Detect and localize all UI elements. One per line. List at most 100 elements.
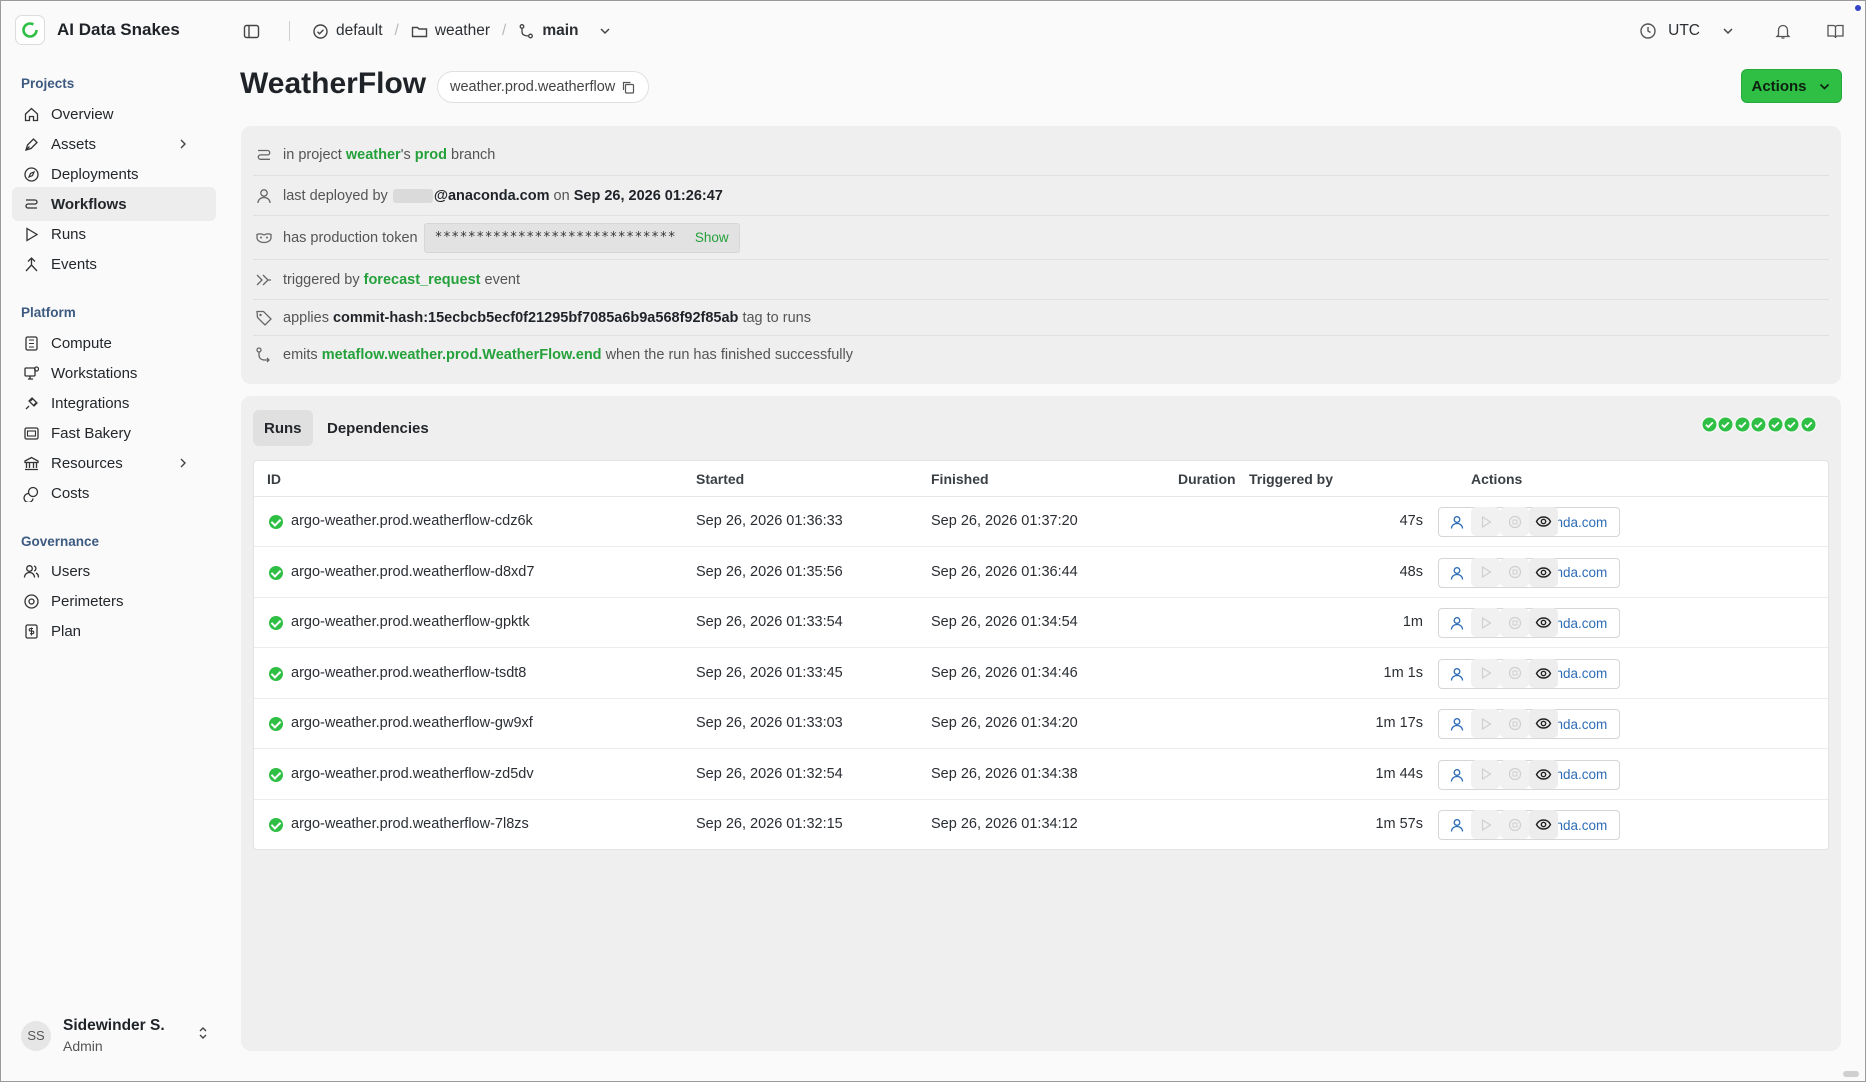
status-success-icon[interactable] <box>1800 416 1817 433</box>
branch-link[interactable]: prod <box>415 147 447 163</box>
workflow-icon <box>257 149 271 160</box>
run-id[interactable]: argo-weather.prod.weatherflow-cdz6k <box>291 513 533 529</box>
run-started: Sep 26, 2026 01:35:56 <box>696 563 843 580</box>
status-success-icon[interactable] <box>1734 416 1751 433</box>
tab-dependencies[interactable]: Dependencies <box>316 410 440 446</box>
rerun-button[interactable] <box>1471 709 1500 738</box>
stop-button[interactable] <box>1500 608 1529 637</box>
stop-button[interactable] <box>1500 507 1529 536</box>
breadcrumb-org[interactable]: default <box>312 22 383 40</box>
play-icon <box>1481 717 1492 730</box>
timezone-select[interactable]: UTC <box>1639 22 1737 40</box>
run-id[interactable]: argo-weather.prod.weatherflow-gpktk <box>291 614 530 630</box>
view-run-button[interactable] <box>1529 709 1558 738</box>
stop-icon <box>1508 818 1521 831</box>
table-row[interactable]: argo-weather.prod.weatherflow-gpktk Sep … <box>254 598 1828 648</box>
workflow-icon <box>25 198 38 209</box>
status-success-icon[interactable] <box>1750 416 1767 433</box>
run-duration: 1m 57s <box>1375 816 1423 832</box>
stop-button[interactable] <box>1500 709 1529 738</box>
sidebar-toggle-icon[interactable] <box>239 19 263 43</box>
sidebar-item-events[interactable]: Events <box>12 247 216 281</box>
eye-icon <box>1535 617 1552 628</box>
resize-handle[interactable] <box>1843 1071 1859 1077</box>
info-token-row: has production token *******************… <box>253 215 1829 259</box>
run-id[interactable]: argo-weather.prod.weatherflow-zd5dv <box>291 766 534 782</box>
emits-event-link[interactable]: metaflow.weather.prod.WeatherFlow.end <box>322 347 602 363</box>
view-run-button[interactable] <box>1529 658 1558 688</box>
actions-button[interactable]: Actions <box>1741 69 1842 103</box>
book-icon[interactable] <box>1823 19 1847 43</box>
rerun-button[interactable] <box>1471 557 1500 587</box>
rerun-button[interactable] <box>1471 658 1500 688</box>
view-run-button[interactable] <box>1529 608 1558 637</box>
view-run-button[interactable] <box>1529 507 1558 536</box>
sidebar-item-fast-bakery[interactable]: Fast Bakery <box>12 416 216 450</box>
home-icon <box>24 107 39 121</box>
run-duration: 47s <box>1399 513 1423 529</box>
chevron-right-icon <box>180 139 186 149</box>
tab-runs[interactable]: Runs <box>253 410 313 446</box>
sidebar-item-compute[interactable]: Compute <box>12 326 216 360</box>
table-row[interactable]: argo-weather.prod.weatherflow-7l8zs Sep … <box>254 800 1828 850</box>
trigger-event-link[interactable]: forecast_request <box>364 272 481 288</box>
user-menu[interactable]: SS Sidewinder S. Admin <box>21 1017 211 1054</box>
table-row[interactable]: argo-weather.prod.weatherflow-zd5dv Sep … <box>254 750 1828 800</box>
status-success-icon[interactable] <box>1767 416 1784 433</box>
run-id[interactable]: argo-weather.prod.weatherflow-gw9xf <box>291 715 533 731</box>
sidebar-item-costs[interactable]: Costs <box>12 476 216 510</box>
stop-button[interactable] <box>1500 759 1529 789</box>
sidebar-item-workstations[interactable]: Workstations <box>12 356 216 390</box>
sidebar-item-assets[interactable]: Assets <box>12 127 216 161</box>
brand[interactable]: AI Data Snakes <box>15 15 180 45</box>
table-row[interactable]: argo-weather.prod.weatherflow-d8xd7 Sep … <box>254 548 1828 598</box>
show-token-button[interactable]: Show <box>695 230 729 245</box>
workflow-slug-chip[interactable]: weather.prod.weatherflow <box>437 71 650 103</box>
section-label-governance: Governance <box>21 534 100 549</box>
user-name: Sidewinder S. <box>63 1017 165 1034</box>
sidebar-item-workflows[interactable]: Workflows <box>12 187 216 221</box>
rerun-button[interactable] <box>1471 810 1500 839</box>
view-run-button[interactable] <box>1529 557 1558 587</box>
table-row[interactable]: argo-weather.prod.weatherflow-tsdt8 Sep … <box>254 649 1828 699</box>
divider <box>289 21 290 41</box>
rerun-button[interactable] <box>1471 507 1500 536</box>
stop-icon <box>1508 616 1521 629</box>
table-row[interactable]: argo-weather.prod.weatherflow-gw9xf Sep … <box>254 699 1828 749</box>
run-id[interactable]: argo-weather.prod.weatherflow-d8xd7 <box>291 564 534 580</box>
breadcrumb-project[interactable]: weather <box>411 22 490 40</box>
user-icon <box>257 188 271 203</box>
play-icon <box>1481 616 1492 629</box>
run-id[interactable]: argo-weather.prod.weatherflow-7l8zs <box>291 816 529 832</box>
status-success-icon[interactable] <box>1783 416 1800 433</box>
table-row[interactable]: argo-weather.prod.weatherflow-cdz6k Sep … <box>254 497 1828 547</box>
eye-icon <box>1535 768 1552 780</box>
pen-tool-icon <box>25 137 38 151</box>
rerun-button[interactable] <box>1471 608 1500 637</box>
user-icon <box>1450 667 1464 681</box>
project-link[interactable]: weather <box>346 147 401 163</box>
emit-icon <box>256 346 270 362</box>
sidebar-item-overview[interactable]: Overview <box>12 97 216 131</box>
breadcrumb-branch[interactable]: main <box>518 22 613 40</box>
status-success-icon[interactable] <box>1717 416 1734 433</box>
sidebar-item-users[interactable]: Users <box>12 554 216 588</box>
chevron-down-icon <box>1723 28 1733 35</box>
sidebar-item-perimeters[interactable]: Perimeters <box>12 584 216 618</box>
bell-icon[interactable] <box>1771 19 1795 43</box>
stop-button[interactable] <box>1500 810 1529 839</box>
org-icon <box>313 23 328 39</box>
sidebar-item-deployments[interactable]: Deployments <box>12 157 216 191</box>
status-success-icon[interactable] <box>1701 416 1718 433</box>
run-id[interactable]: argo-weather.prod.weatherflow-tsdt8 <box>291 665 526 681</box>
sidebar-item-resources[interactable]: Resources <box>12 446 216 480</box>
rerun-button[interactable] <box>1471 759 1500 789</box>
stop-button[interactable] <box>1500 557 1529 587</box>
chevron-right-icon <box>180 458 186 468</box>
view-run-button[interactable] <box>1529 759 1558 789</box>
view-run-button[interactable] <box>1529 810 1558 839</box>
sidebar-item-runs[interactable]: Runs <box>12 217 216 251</box>
sidebar-item-plan[interactable]: Plan <box>12 614 216 648</box>
sidebar-item-integrations[interactable]: Integrations <box>12 386 216 420</box>
stop-button[interactable] <box>1500 658 1529 688</box>
